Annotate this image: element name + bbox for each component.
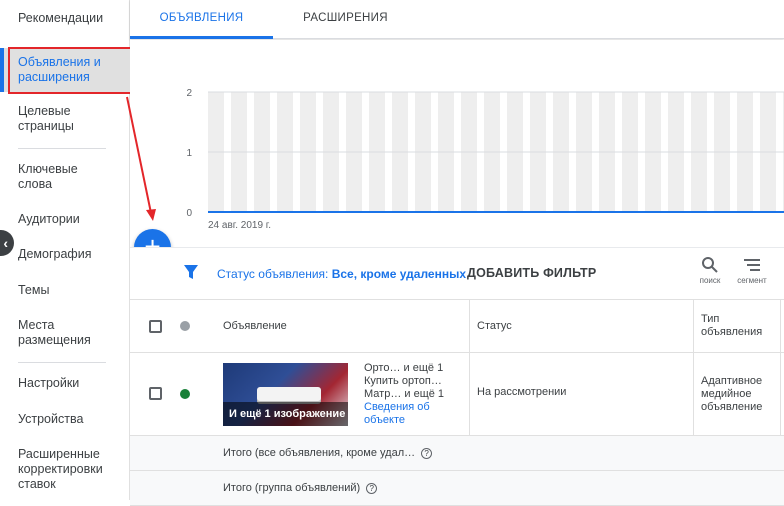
row-checkbox[interactable]: [149, 387, 162, 400]
ad-type: Адаптивное медийное объявление: [701, 375, 763, 413]
thumbnail-badge: И ещё 1 изображение: [223, 402, 348, 426]
totals-label: Итого (группа объявлений)?: [223, 482, 378, 495]
totals-label: Итого (все объявления, кроме удал…?: [223, 447, 433, 460]
help-icon[interactable]: ?: [366, 482, 378, 494]
ad-headline: Орто… и ещё 1: [364, 362, 444, 374]
filter-icon[interactable]: [184, 265, 198, 279]
segment-label: сегмент: [737, 276, 767, 285]
ads-table: Объявление Статус Тип объявления И ещё 1…: [130, 300, 784, 506]
ad-description: Матр… и ещё 1: [364, 388, 445, 400]
status-dot: [180, 389, 190, 399]
search-icon: [702, 257, 718, 273]
status-filter-label: Статус объявления:: [217, 267, 329, 281]
totals-row: Итого (группа объявлений)?: [130, 471, 784, 506]
ad-text: Орто… и ещё 1 Купить ортоп… Матр… и ещё …: [364, 362, 464, 427]
totals-row: Итого (все объявления, кроме удал…?: [130, 436, 784, 471]
search-label: поиск: [699, 276, 721, 285]
ad-details-link[interactable]: Сведения об объекте: [364, 401, 464, 427]
totals-text: Итого (все объявления, кроме удал…: [223, 447, 416, 459]
status-filter-value: Все, кроме удаленных: [331, 267, 466, 281]
column-header-ad[interactable]: Объявление: [223, 320, 287, 332]
totals-text: Итого (группа объявлений): [223, 482, 361, 494]
table-row: И ещё 1 изображение Орто… и ещё 1 Купить…: [130, 353, 784, 436]
status-filter-chip[interactable]: Статус объявления: Все, кроме удаленных: [217, 267, 466, 281]
search-button[interactable]: поиск: [696, 256, 724, 285]
column-header-status[interactable]: Статус: [477, 320, 512, 332]
table-header: Объявление Статус Тип объявления: [130, 300, 784, 353]
segment-button[interactable]: сегмент: [734, 256, 770, 285]
mattress-image: [257, 387, 321, 401]
filter-bar: Статус объявления: Все, кроме удаленных …: [130, 247, 784, 300]
ad-thumbnail[interactable]: И ещё 1 изображение: [223, 363, 348, 426]
ad-headline: Купить ортоп…: [364, 375, 442, 387]
select-all-checkbox[interactable]: [149, 320, 162, 333]
help-icon[interactable]: ?: [421, 447, 433, 459]
column-header-type[interactable]: Тип объявления: [701, 313, 771, 339]
add-filter-button[interactable]: ДОБАВИТЬ ФИЛЬТР: [467, 266, 596, 280]
ad-status: На рассмотрении: [477, 386, 567, 398]
status-column-dot: [180, 321, 190, 331]
segment-icon: [744, 259, 760, 271]
